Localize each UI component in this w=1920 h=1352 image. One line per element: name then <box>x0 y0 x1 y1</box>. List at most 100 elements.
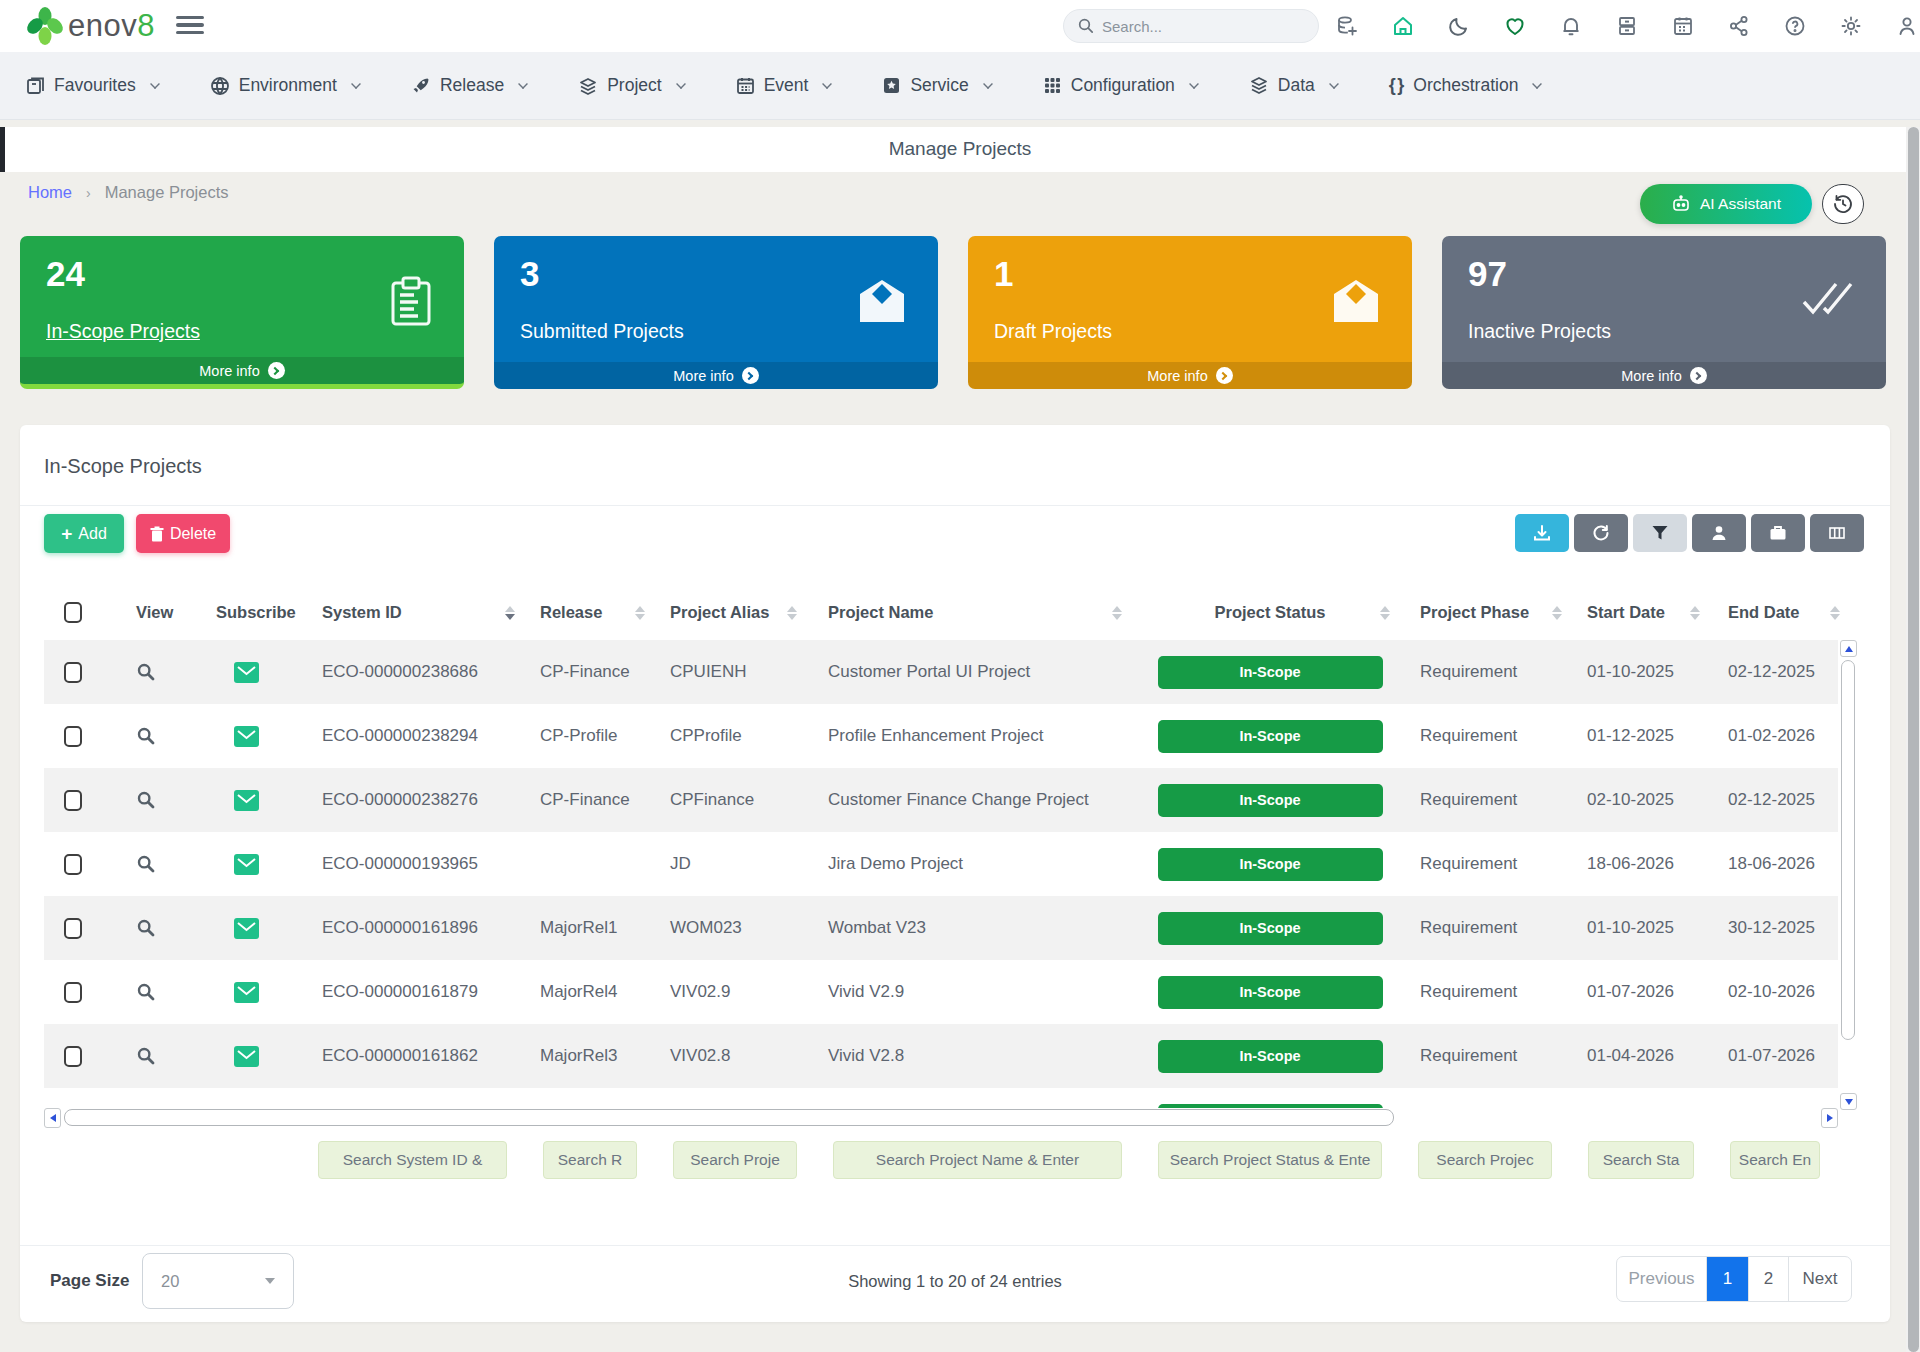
row-checkbox[interactable] <box>64 982 82 1003</box>
data-add-icon[interactable] <box>1334 13 1360 39</box>
select-all-checkbox[interactable] <box>64 602 82 623</box>
pagination-next[interactable]: Next <box>1789 1257 1851 1301</box>
subscribe-icon[interactable] <box>234 726 259 747</box>
nav-environment[interactable]: Environment <box>210 75 361 96</box>
search-project-name-input[interactable] <box>833 1141 1122 1179</box>
sort-icon[interactable] <box>1380 606 1390 620</box>
row-checkbox[interactable] <box>64 790 82 811</box>
dark-mode-icon[interactable] <box>1446 13 1472 39</box>
table-row[interactable]: ECO-000000193965 JD Jira Demo Project In… <box>44 832 1838 896</box>
col-start-date[interactable]: Start Date <box>1587 603 1665 622</box>
user-icon[interactable] <box>1894 13 1920 39</box>
search-start-date-input[interactable] <box>1588 1141 1694 1179</box>
subscribe-icon[interactable] <box>234 1046 259 1067</box>
view-icon[interactable] <box>136 726 156 746</box>
sort-icon[interactable] <box>787 606 797 620</box>
scroll-down-icon[interactable] <box>1845 1099 1853 1105</box>
view-icon[interactable] <box>136 790 156 810</box>
settings-gear-icon[interactable] <box>1838 13 1864 39</box>
user-filter-button[interactable] <box>1692 514 1746 552</box>
view-icon[interactable] <box>136 662 156 682</box>
columns-button[interactable] <box>1810 514 1864 552</box>
page-scrollbar[interactable] <box>1906 127 1920 1352</box>
submitted-more-info[interactable]: More info <box>494 362 938 389</box>
search-project-alias-input[interactable] <box>673 1141 797 1179</box>
ai-assistant-button[interactable]: AI Assistant <box>1640 184 1812 224</box>
col-project-status[interactable]: Project Status <box>1215 603 1326 622</box>
sort-icon[interactable] <box>1690 606 1700 620</box>
table-row[interactable]: ECO-000000161879 MajorRel4 VIV02.9 Vivid… <box>44 960 1838 1024</box>
scrollbar-thumb[interactable] <box>1908 127 1919 1352</box>
refresh-button[interactable] <box>1574 514 1628 552</box>
row-checkbox[interactable] <box>64 726 82 747</box>
table-row[interactable]: In-Scope <box>44 1088 1838 1108</box>
export-button[interactable] <box>1515 514 1569 552</box>
view-icon[interactable] <box>136 918 156 938</box>
nav-event[interactable]: Event <box>736 75 833 96</box>
search-end-date-input[interactable] <box>1730 1141 1820 1179</box>
nav-favourites[interactable]: Favourites <box>26 75 160 96</box>
col-project-name[interactable]: Project Name <box>828 603 933 622</box>
briefcase-button[interactable] <box>1751 514 1805 552</box>
row-checkbox[interactable] <box>64 1046 82 1067</box>
scroll-left-icon[interactable] <box>50 1114 56 1122</box>
favorites-heart-icon[interactable] <box>1502 13 1528 39</box>
col-subscribe[interactable]: Subscribe <box>216 603 296 622</box>
table-row[interactable]: ECO-000000161896 MajorRel1 WOM023 Wombat… <box>44 896 1838 960</box>
col-system-id[interactable]: System ID <box>322 603 402 622</box>
nav-project[interactable]: Project <box>578 75 685 96</box>
subscribe-icon[interactable] <box>234 982 259 1003</box>
row-checkbox[interactable] <box>64 662 82 683</box>
archive-box-icon[interactable] <box>1614 13 1640 39</box>
enov8-logo[interactable]: enov8 <box>24 6 154 46</box>
pagination-previous[interactable]: Previous <box>1617 1257 1707 1301</box>
breadcrumb-home-link[interactable]: Home <box>28 183 72 202</box>
col-project-alias[interactable]: Project Alias <box>670 603 769 622</box>
notifications-bell-icon[interactable] <box>1558 13 1584 39</box>
search-release-input[interactable] <box>543 1141 637 1179</box>
subscribe-icon[interactable] <box>234 918 259 939</box>
col-release[interactable]: Release <box>540 603 602 622</box>
subscribe-icon[interactable] <box>234 854 259 875</box>
sort-icon[interactable] <box>1112 606 1122 620</box>
sort-icon[interactable] <box>1830 606 1840 620</box>
filter-button[interactable] <box>1633 514 1687 552</box>
table-vertical-scrollbar[interactable] <box>1840 640 1857 1110</box>
pagination-page-1[interactable]: 1 <box>1707 1257 1749 1301</box>
add-button[interactable]: +Add <box>44 514 124 553</box>
view-icon[interactable] <box>136 1046 156 1066</box>
scrollbar-thumb[interactable] <box>64 1109 1394 1126</box>
nav-orchestration[interactable]: { } Orchestration <box>1389 75 1543 96</box>
view-icon[interactable] <box>136 982 156 1002</box>
sort-icon[interactable] <box>505 606 515 620</box>
card-inactive-projects[interactable]: 97 Inactive Projects More info <box>1442 236 1886 389</box>
col-project-phase[interactable]: Project Phase <box>1420 603 1529 622</box>
home-icon[interactable] <box>1390 13 1416 39</box>
help-icon[interactable] <box>1782 13 1808 39</box>
table-row[interactable]: ECO-000000161862 MajorRel3 VIV02.8 Vivid… <box>44 1024 1838 1088</box>
row-checkbox[interactable] <box>64 918 82 939</box>
pagination-page-2[interactable]: 2 <box>1749 1257 1789 1301</box>
table-row[interactable]: ECO-000000238686 CP-Finance CPUIENH Cust… <box>44 640 1838 704</box>
inscope-more-info[interactable]: More info <box>20 357 464 384</box>
menu-toggle-icon[interactable] <box>176 16 204 36</box>
draft-more-info[interactable]: More info <box>968 362 1412 389</box>
scrollbar-thumb[interactable] <box>1841 660 1855 1040</box>
inactive-more-info[interactable]: More info <box>1442 362 1886 389</box>
card-draft-projects[interactable]: 1 Draft Projects More info <box>968 236 1412 389</box>
nav-service[interactable]: Service <box>882 75 992 96</box>
subscribe-icon[interactable] <box>234 790 259 811</box>
global-search[interactable] <box>1063 9 1319 43</box>
sort-icon[interactable] <box>1552 606 1562 620</box>
history-button[interactable] <box>1822 184 1864 224</box>
row-checkbox[interactable] <box>64 854 82 875</box>
share-icon[interactable] <box>1726 13 1752 39</box>
scroll-right-icon[interactable] <box>1827 1114 1833 1122</box>
scroll-up-icon[interactable] <box>1845 646 1853 652</box>
view-icon[interactable] <box>136 854 156 874</box>
inscope-label[interactable]: In-Scope Projects <box>46 320 200 343</box>
card-submitted-projects[interactable]: 3 Submitted Projects More info <box>494 236 938 389</box>
nav-data[interactable]: Data <box>1249 75 1339 96</box>
search-system-id-input[interactable] <box>318 1141 507 1179</box>
delete-button[interactable]: Delete <box>136 514 230 553</box>
